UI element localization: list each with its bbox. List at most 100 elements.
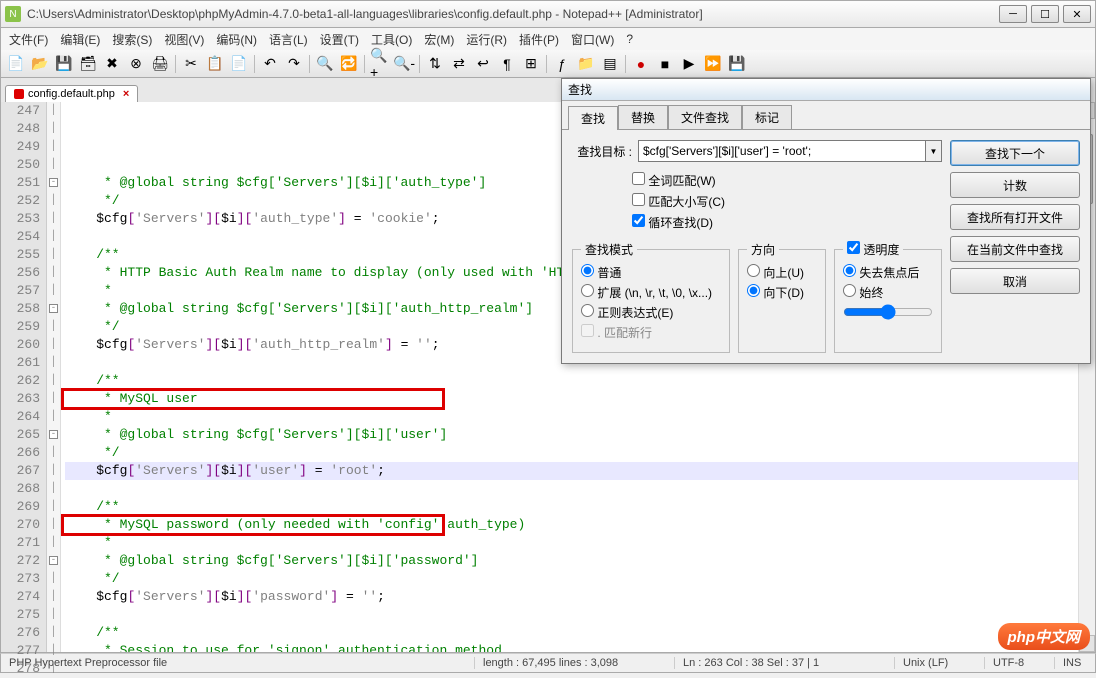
find-history-dropdown[interactable]: ▼ (926, 140, 942, 162)
radio-down[interactable]: 向下(D) (747, 284, 817, 301)
tab-replace[interactable]: 替换 (618, 105, 668, 129)
tab-mark[interactable]: 标记 (742, 105, 792, 129)
close-button[interactable]: ✕ (1063, 5, 1091, 23)
code-line[interactable]: * @global string $cfg['Servers'][$i]['us… (65, 426, 1095, 444)
redo-icon[interactable]: ↷ (283, 53, 305, 75)
find-all-open-button[interactable]: 查找所有打开文件 (950, 204, 1080, 230)
fold-column[interactable]: ││││-││││││-││││││-││││││-││││││ (47, 102, 61, 652)
check-wrap[interactable]: 循环查找(D) (632, 214, 942, 231)
transparency-slider[interactable] (843, 304, 933, 320)
replace-icon[interactable]: 🔁 (338, 53, 360, 75)
code-line[interactable]: * @global string $cfg['Servers'][$i]['pa… (65, 552, 1095, 570)
show-all-chars-icon[interactable]: ¶ (496, 53, 518, 75)
stop-macro-icon[interactable]: ■ (654, 53, 676, 75)
toolbar: 📄 📂 💾 🗃 ✖ ⊗ 🖨 ✂ 📋 📄 ↶ ↷ 🔍 🔁 🔍+ 🔍- ⇅ ⇄ ↩ … (0, 50, 1096, 78)
menu-window[interactable]: 窗口(W) (567, 29, 618, 50)
function-list-icon[interactable]: ƒ (551, 53, 573, 75)
menu-view[interactable]: 视图(V) (160, 29, 208, 50)
paste-icon[interactable]: 📄 (228, 53, 250, 75)
dialog-title[interactable]: 查找 (562, 79, 1090, 101)
find-target-label: 查找目标 : (572, 143, 632, 160)
code-line[interactable]: $cfg['Servers'][$i]['user'] = 'root'; (65, 462, 1095, 480)
count-button[interactable]: 计数 (950, 172, 1080, 198)
menu-edit[interactable]: 编辑(E) (56, 29, 104, 50)
save-all-icon[interactable]: 🗃 (77, 53, 99, 75)
close-file-icon[interactable]: ✖ (101, 53, 123, 75)
menu-plugins[interactable]: 插件(P) (515, 29, 563, 50)
code-line[interactable]: * (65, 408, 1095, 426)
file-tab[interactable]: config.default.php × (5, 85, 138, 102)
sync-h-icon[interactable]: ⇄ (448, 53, 470, 75)
radio-up[interactable]: 向上(U) (747, 264, 817, 281)
radio-extended[interactable]: 扩展 (\n, \r, \t, \0, \x...) (581, 284, 721, 301)
code-line[interactable]: /** (65, 372, 1095, 390)
play-macro-icon[interactable]: ▶ (678, 53, 700, 75)
check-match-newline[interactable]: . 匹配新行 (581, 324, 652, 341)
maximize-button[interactable]: ☐ (1031, 5, 1059, 23)
code-line[interactable]: */ (65, 444, 1095, 462)
undo-icon[interactable]: ↶ (259, 53, 281, 75)
doc-map-icon[interactable]: ▤ (599, 53, 621, 75)
sync-v-icon[interactable]: ⇅ (424, 53, 446, 75)
zoom-in-icon[interactable]: 🔍+ (369, 53, 391, 75)
group-transparency: 透明度 失去焦点后 始终 (834, 241, 942, 353)
record-macro-icon[interactable]: ● (630, 53, 652, 75)
save-icon[interactable]: 💾 (53, 53, 75, 75)
save-macro-icon[interactable]: 💾 (726, 53, 748, 75)
menu-run[interactable]: 运行(R) (462, 29, 511, 50)
menubar: 文件(F) 编辑(E) 搜索(S) 视图(V) 编码(N) 语言(L) 设置(T… (0, 28, 1096, 50)
menu-file[interactable]: 文件(F) (5, 29, 52, 50)
menu-help[interactable]: ? (622, 30, 637, 48)
code-line[interactable]: * MySQL password (only needed with 'conf… (65, 516, 1095, 534)
find-icon[interactable]: 🔍 (314, 53, 336, 75)
code-line[interactable]: /** (65, 624, 1095, 642)
app-icon: N (5, 6, 21, 22)
code-line[interactable]: /** (65, 498, 1095, 516)
menu-settings[interactable]: 设置(T) (316, 29, 363, 50)
code-line[interactable] (65, 480, 1095, 498)
copy-icon[interactable]: 📋 (204, 53, 226, 75)
menu-search[interactable]: 搜索(S) (108, 29, 156, 50)
zoom-out-icon[interactable]: 🔍- (393, 53, 415, 75)
open-file-icon[interactable]: 📂 (29, 53, 51, 75)
print-icon[interactable]: 🖨 (149, 53, 171, 75)
code-line[interactable]: * (65, 534, 1095, 552)
minimize-button[interactable]: ─ (999, 5, 1027, 23)
cancel-button[interactable]: 取消 (950, 268, 1080, 294)
tab-find[interactable]: 查找 (568, 106, 618, 130)
indent-guide-icon[interactable]: ⊞ (520, 53, 542, 75)
check-transparency[interactable] (847, 241, 860, 254)
modified-indicator-icon (14, 89, 24, 99)
play-multi-icon[interactable]: ⏩ (702, 53, 724, 75)
check-match-case[interactable]: 匹配大小写(C) (632, 193, 942, 210)
find-target-input[interactable] (638, 140, 926, 162)
folder-view-icon[interactable]: 📁 (575, 53, 597, 75)
menu-macro[interactable]: 宏(M) (420, 29, 458, 50)
code-line[interactable]: * MySQL user (65, 390, 1095, 408)
code-line[interactable]: * Session to use for 'signon' authentica… (65, 642, 1095, 652)
radio-always[interactable]: 始终 (843, 284, 933, 301)
status-eol: Unix (LF) (895, 657, 985, 669)
wrap-icon[interactable]: ↩ (472, 53, 494, 75)
group-direction: 方向 向上(U) 向下(D) (738, 241, 826, 353)
find-dialog: 查找 查找 替换 文件查找 标记 查找目标 : ▼ 全词匹配(W) 匹配大小写(… (561, 78, 1091, 364)
tab-find-in-files[interactable]: 文件查找 (668, 105, 742, 129)
status-encoding: UTF-8 (985, 657, 1055, 669)
code-line[interactable] (65, 606, 1095, 624)
dialog-tabs: 查找 替换 文件查找 标记 (562, 101, 1090, 129)
cut-icon[interactable]: ✂ (180, 53, 202, 75)
menu-encoding[interactable]: 编码(N) (212, 29, 261, 50)
tab-close-icon[interactable]: × (123, 88, 129, 100)
new-file-icon[interactable]: 📄 (5, 53, 27, 75)
find-next-button[interactable]: 查找下一个 (950, 140, 1080, 166)
code-line[interactable]: $cfg['Servers'][$i]['password'] = ''; (65, 588, 1095, 606)
radio-regex[interactable]: 正则表达式(E) (581, 304, 673, 321)
radio-lose-focus[interactable]: 失去焦点后 (843, 264, 933, 281)
find-in-current-button[interactable]: 在当前文件中查找 (950, 236, 1080, 262)
check-whole-word[interactable]: 全词匹配(W) (632, 172, 942, 189)
radio-normal[interactable]: 普通 (581, 264, 721, 281)
status-length: length : 67,495 lines : 3,098 (475, 657, 675, 669)
menu-language[interactable]: 语言(L) (265, 29, 312, 50)
code-line[interactable]: */ (65, 570, 1095, 588)
close-all-icon[interactable]: ⊗ (125, 53, 147, 75)
